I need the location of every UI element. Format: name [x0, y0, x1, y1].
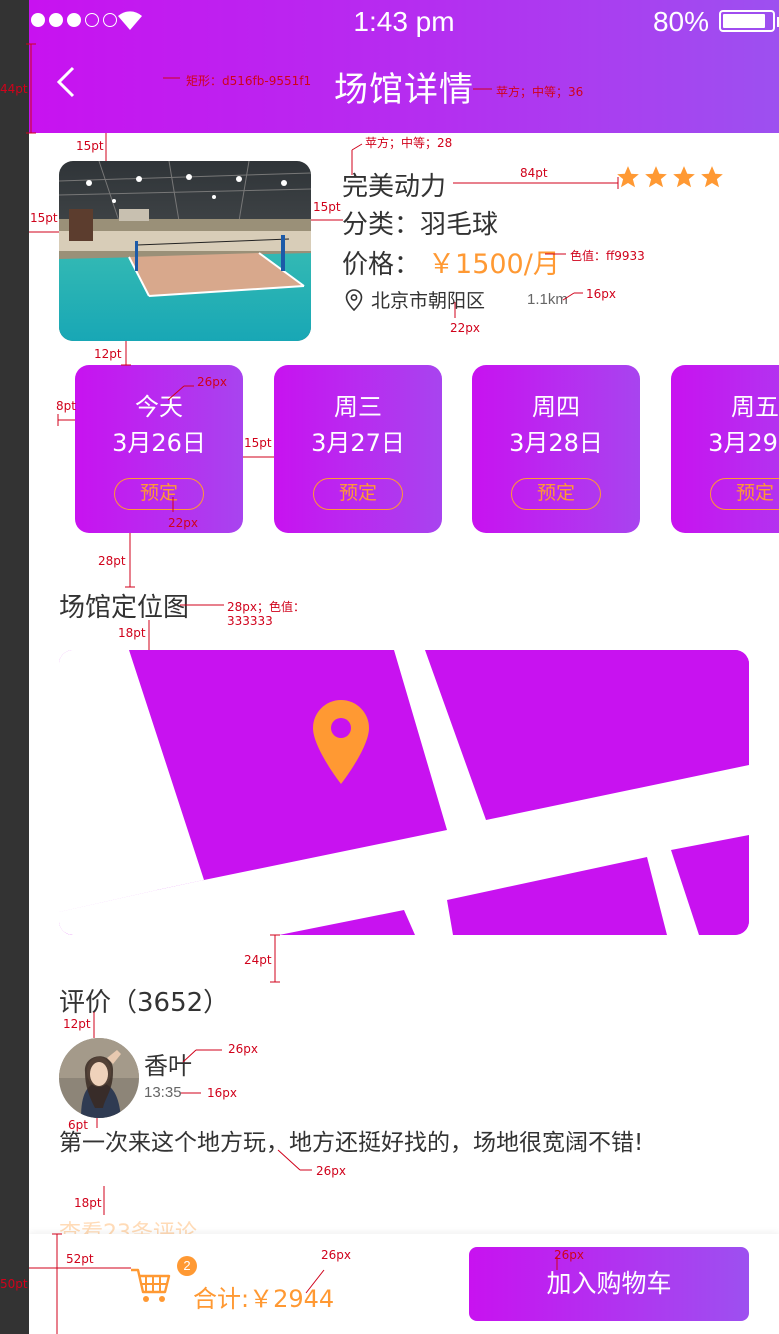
date-card-day: 周三	[334, 393, 382, 421]
venue-category: 分类：羽毛球	[342, 210, 499, 240]
star-icon	[701, 166, 723, 188]
venue-name: 完美动力	[342, 172, 447, 202]
star-icon	[645, 166, 667, 188]
battery-percent: 80%	[652, 6, 709, 37]
reviews-section-title: 评价（3652）	[59, 988, 230, 1018]
review-text: 第一次来这个地方玩，地方还挺好找的，场地很宽阔不错!	[59, 1130, 644, 1156]
date-card-date: 3月27日	[311, 429, 405, 457]
cart-badge: 2	[177, 1256, 197, 1276]
location-pin-icon	[345, 288, 363, 311]
location-text: 北京市朝阳区	[371, 290, 486, 312]
add-to-cart-button[interactable]: 加入购物车	[469, 1247, 749, 1321]
date-card[interactable]: 周三 3月27日 预定	[274, 365, 442, 533]
date-card[interactable]: 今天 3月26日 预定	[75, 365, 243, 533]
page-title: 场馆详情	[334, 70, 474, 110]
venue-photo[interactable]	[59, 161, 311, 341]
date-card[interactable]: 周五 3月29日 预定	[671, 365, 779, 533]
date-card-day: 周五	[731, 393, 779, 421]
venue-price-row: 价格： ￥1500/月	[342, 242, 560, 281]
date-cards: 今天 3月26日 预定 周三 3月27日 预定 周四 3月28日 预定 周五 3…	[75, 365, 779, 533]
book-button[interactable]: 预定	[114, 478, 204, 510]
date-card-day: 周四	[532, 393, 580, 421]
reviewer-name: 香叶	[144, 1052, 192, 1080]
bottom-bar: 2 合计:￥2944 加入购物车	[29, 1234, 779, 1334]
review-time: 13:35	[144, 1084, 182, 1101]
date-card-date: 3月26日	[112, 429, 206, 457]
map-section-title: 场馆定位图	[59, 593, 190, 623]
book-button[interactable]: 预定	[511, 478, 601, 510]
venue-price: ￥1500/月	[428, 249, 560, 280]
date-card-day: 今天	[135, 393, 183, 421]
rating-stars	[615, 164, 725, 190]
total-price: 合计:￥2944	[193, 1285, 335, 1313]
venue-distance: 1.1km	[527, 291, 568, 308]
app-screen: 1:43 pm 80% 场馆详情 完美动力 分类：羽毛球 价格： ￥1500/月…	[29, 0, 779, 1334]
status-bar: 1:43 pm 80%	[29, 0, 779, 44]
book-button[interactable]: 预定	[313, 478, 403, 510]
shopping-cart-icon[interactable]	[129, 1264, 171, 1306]
date-card-date: 3月29日	[708, 429, 779, 457]
ruler-strip	[0, 0, 29, 1334]
avatar[interactable]	[59, 1038, 139, 1118]
star-icon	[617, 166, 639, 188]
battery-icon	[719, 10, 775, 32]
star-icon	[673, 166, 695, 188]
header: 1:43 pm 80% 场馆详情	[29, 0, 779, 133]
price-label: 价格：	[342, 250, 421, 280]
venue-map[interactable]	[59, 650, 749, 935]
date-card[interactable]: 周四 3月28日 预定	[472, 365, 640, 533]
venue-location[interactable]: 北京市朝阳区	[345, 286, 485, 313]
date-card-date: 3月28日	[509, 429, 603, 457]
book-button[interactable]: 预定	[710, 478, 779, 510]
